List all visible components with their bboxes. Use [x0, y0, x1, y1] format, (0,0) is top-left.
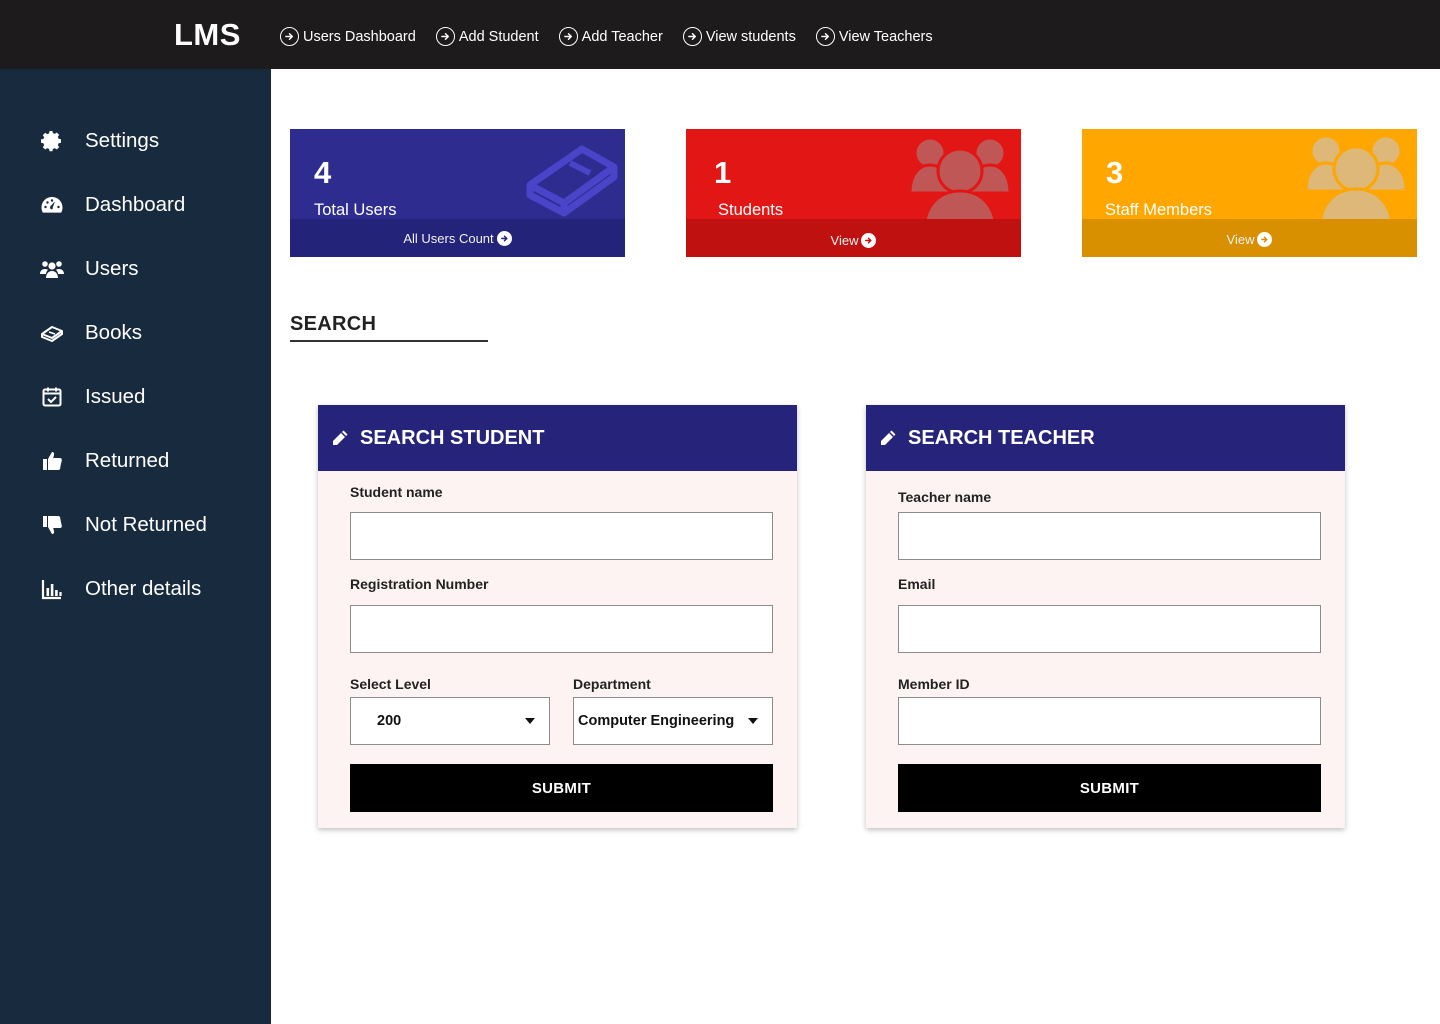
- search-student-panel: SEARCH STUDENT Student name Registration…: [318, 405, 797, 828]
- brand-logo[interactable]: LMS: [174, 17, 241, 53]
- email-label: Email: [898, 576, 936, 592]
- arrow-circle-right-icon: [682, 27, 702, 46]
- arrow-circle-right-icon: [558, 27, 578, 46]
- select-level-label: Select Level: [350, 676, 431, 692]
- footer-link-label: View: [830, 232, 859, 248]
- search-heading: SEARCH: [290, 313, 377, 335]
- search-student-header: SEARCH STUDENT: [318, 405, 797, 471]
- students-label: Students: [718, 201, 784, 219]
- total-users-footer[interactable]: All Users Count: [290, 219, 625, 257]
- nav-users-dashboard[interactable]: Users Dashboard: [280, 27, 416, 46]
- nav-add-student[interactable]: Add Student: [435, 27, 539, 46]
- total-users-card[interactable]: 4 Total Users All Users Count: [290, 129, 625, 257]
- nav-link-label: View students: [705, 28, 796, 45]
- sidebar-item-label: Books: [85, 321, 142, 344]
- arrow-circle-right-icon: [435, 27, 455, 46]
- sidebar-item-label: Issued: [85, 385, 146, 408]
- pencil-icon: [330, 428, 350, 448]
- sidebar: Settings Dashboard Users Books Issued Re…: [0, 69, 271, 1024]
- student-name-label: Student name: [350, 484, 443, 500]
- sidebar-item-books[interactable]: Books: [38, 319, 142, 347]
- sidebar-item-not-returned[interactable]: Not Returned: [38, 511, 207, 539]
- footer-link-label: All Users Count: [403, 230, 494, 246]
- sidebar-item-label: Other details: [85, 577, 202, 600]
- gear-icon: [38, 127, 66, 155]
- student-name-input[interactable]: [350, 512, 773, 560]
- users-icon: [908, 136, 1012, 231]
- search-heading-underline: [290, 340, 488, 342]
- search-teacher-header: SEARCH TEACHER: [866, 405, 1345, 471]
- users-icon: [38, 255, 66, 283]
- thumbs-up-icon: [38, 447, 66, 475]
- email-field[interactable]: [898, 605, 1321, 653]
- nav-link-label: Add Teacher: [581, 28, 663, 45]
- nav-link-label: Users Dashboard: [303, 28, 416, 45]
- registration-number-input[interactable]: [350, 605, 773, 653]
- level-select-value: 200: [377, 713, 402, 729]
- sidebar-item-dashboard[interactable]: Dashboard: [38, 191, 185, 219]
- panel-title: SEARCH TEACHER: [908, 426, 1095, 449]
- sidebar-item-returned[interactable]: Returned: [38, 447, 169, 475]
- nav-view-teachers[interactable]: View Teachers: [815, 27, 933, 46]
- pencil-icon: [878, 428, 898, 448]
- nav-add-teacher[interactable]: Add Teacher: [558, 27, 663, 46]
- search-teacher-panel: SEARCH TEACHER Teacher name Email Member…: [866, 405, 1345, 828]
- users-icon: [1304, 134, 1408, 229]
- sidebar-item-label: Dashboard: [85, 193, 186, 216]
- teacher-name-input[interactable]: [898, 512, 1321, 560]
- search-student-submit-button[interactable]: SUBMIT: [350, 764, 773, 812]
- chevron-down-icon: [748, 718, 758, 724]
- sidebar-item-label: Not Returned: [85, 513, 207, 536]
- sidebar-item-label: Users: [85, 257, 139, 280]
- department-label: Department: [573, 676, 651, 692]
- arrow-circle-right-icon: [496, 230, 512, 246]
- sidebar-item-label: Settings: [85, 129, 160, 152]
- panel-title: SEARCH STUDENT: [360, 426, 545, 449]
- book-icon: [38, 319, 66, 347]
- bar-chart-icon: [38, 575, 66, 603]
- sidebar-item-issued[interactable]: Issued: [38, 383, 145, 411]
- nav-link-label: Add Student: [458, 28, 539, 45]
- sidebar-item-users[interactable]: Users: [38, 255, 139, 283]
- nav-link-label: View Teachers: [838, 28, 933, 45]
- thumbs-down-icon: [38, 511, 66, 539]
- top-navbar: LMS Users Dashboard Add Student Add Teac…: [0, 0, 1440, 69]
- arrow-circle-right-icon: [280, 27, 299, 46]
- chevron-down-icon: [525, 718, 535, 724]
- sidebar-item-settings[interactable]: Settings: [38, 127, 159, 155]
- nav-view-students[interactable]: View students: [682, 27, 796, 46]
- footer-link-label: View: [1226, 231, 1255, 247]
- department-select-value: Computer Engineering: [578, 713, 735, 729]
- total-users-label: Total Users: [314, 201, 397, 219]
- calendar-check-icon: [38, 383, 66, 411]
- member-id-input[interactable]: [898, 697, 1321, 745]
- registration-number-label: Registration Number: [350, 576, 489, 592]
- staff-members-footer[interactable]: View: [1082, 219, 1417, 257]
- arrow-circle-right-icon: [815, 27, 835, 46]
- sidebar-item-label: Returned: [85, 449, 170, 472]
- sidebar-item-other-details[interactable]: Other details: [38, 575, 201, 603]
- speedometer-icon: [38, 191, 66, 219]
- arrow-circle-right-icon: [1257, 231, 1273, 247]
- level-select[interactable]: 200: [350, 697, 550, 745]
- staff-members-count: 3: [1106, 155, 1124, 190]
- total-users-count: 4: [314, 155, 332, 190]
- top-nav-links: Users Dashboard Add Student Add Teacher …: [280, 27, 953, 46]
- member-id-label: Member ID: [898, 676, 970, 692]
- students-footer[interactable]: View: [686, 219, 1021, 257]
- arrow-circle-right-icon: [861, 232, 877, 248]
- students-card[interactable]: 1 Students View: [686, 129, 1021, 257]
- teacher-name-label: Teacher name: [898, 489, 992, 505]
- department-select[interactable]: Computer Engineering: [573, 697, 773, 745]
- search-teacher-submit-button[interactable]: SUBMIT: [898, 764, 1321, 812]
- staff-members-label: Staff Members: [1105, 201, 1212, 219]
- staff-members-card[interactable]: 3 Staff Members View: [1082, 129, 1417, 257]
- book-icon: [526, 145, 618, 217]
- students-count: 1: [714, 155, 732, 190]
